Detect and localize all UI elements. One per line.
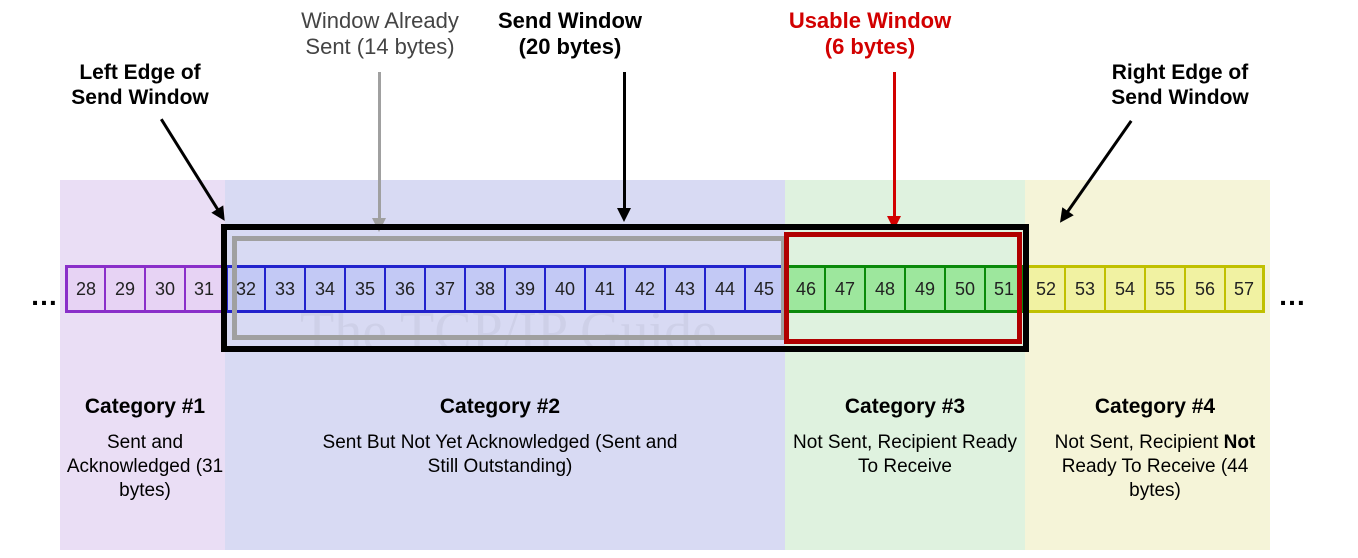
category-3-label: Category #3 Not Sent, Recipient Ready To…: [790, 395, 1020, 479]
label-usable-window: Usable Window (6 bytes): [770, 8, 970, 61]
arrow-send-window-head: [617, 208, 631, 222]
byte-cell: 39: [505, 265, 545, 313]
byte-cell: 48: [865, 265, 905, 313]
arrow-usable-window-head: [887, 216, 901, 230]
label-right-edge: Right Edge of Send Window: [1080, 60, 1280, 110]
diagram-stage: The TCP/IP Guide Window Already Sent (14…: [0, 0, 1358, 558]
byte-cell: 28: [65, 265, 105, 313]
byte-cell: 47: [825, 265, 865, 313]
byte-cell: 35: [345, 265, 385, 313]
ellipsis-right: …: [1278, 280, 1306, 312]
byte-cell: 53: [1065, 265, 1105, 313]
zone-category-3: [785, 180, 1025, 550]
byte-cell: 43: [665, 265, 705, 313]
arrow-send-window-line: [623, 72, 626, 210]
byte-cell: 51: [985, 265, 1025, 313]
byte-cell: 57: [1225, 265, 1265, 313]
category-4-label: Category #4 Not Sent, Recipient Not Read…: [1040, 395, 1270, 502]
byte-cell: 44: [705, 265, 745, 313]
byte-cell: 54: [1105, 265, 1145, 313]
arrow-already-sent-head: [372, 218, 386, 232]
label-left-edge: Left Edge of Send Window: [50, 60, 230, 110]
byte-cell: 40: [545, 265, 585, 313]
byte-cell: 31: [185, 265, 225, 313]
byte-cell: 33: [265, 265, 305, 313]
byte-cell: 36: [385, 265, 425, 313]
zone-category-2: [225, 180, 785, 550]
byte-cell: 50: [945, 265, 985, 313]
byte-cell: 55: [1145, 265, 1185, 313]
arrow-usable-window-line: [893, 72, 896, 218]
byte-row: 2829303132333435363738394041424344454647…: [65, 265, 1265, 315]
ellipsis-left: …: [30, 280, 58, 312]
byte-cell: 49: [905, 265, 945, 313]
byte-cell: 29: [105, 265, 145, 313]
byte-cell: 42: [625, 265, 665, 313]
label-window-already-sent: Window Already Sent (14 bytes): [270, 8, 490, 61]
category-2-label: Category #2 Sent But Not Yet Acknowledge…: [320, 395, 680, 479]
category-1-label: Category #1 Sent and Acknowledged (31 by…: [50, 395, 240, 502]
byte-cell: 32: [225, 265, 265, 313]
byte-cell: 45: [745, 265, 785, 313]
byte-cell: 41: [585, 265, 625, 313]
byte-cell: 52: [1025, 265, 1065, 313]
byte-cell: 56: [1185, 265, 1225, 313]
label-send-window: Send Window (20 bytes): [460, 8, 680, 61]
byte-cell: 38: [465, 265, 505, 313]
byte-cell: 46: [785, 265, 825, 313]
byte-cell: 30: [145, 265, 185, 313]
byte-cell: 34: [305, 265, 345, 313]
arrow-already-sent-line: [378, 72, 381, 220]
byte-cell: 37: [425, 265, 465, 313]
